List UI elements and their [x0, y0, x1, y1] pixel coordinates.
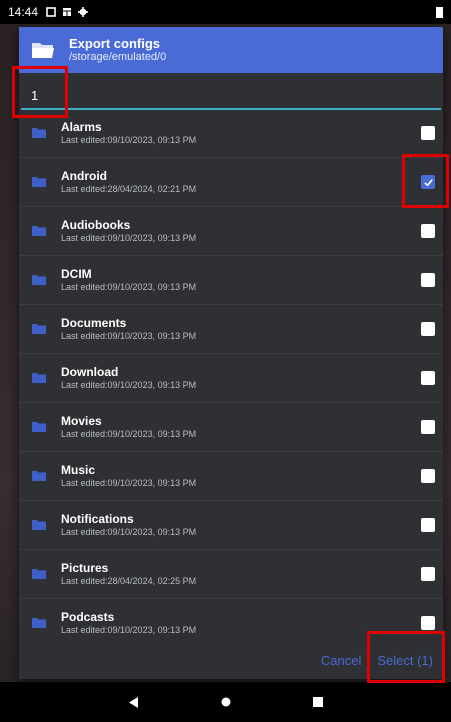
folder-last-edited: Last edited:09/10/2023, 09:13 PM — [61, 380, 197, 390]
folder-icon — [32, 471, 46, 481]
dialog-path: /storage/emulated/0 — [69, 51, 167, 63]
folder-last-edited: Last edited:09/10/2023, 09:13 PM — [61, 233, 197, 243]
list-item-text: Movies Last edited:09/10/2023, 09:13 PM — [61, 414, 443, 440]
list-item[interactable]: Download Last edited:09/10/2023, 09:13 PM — [19, 354, 443, 403]
folder-icon — [32, 373, 46, 383]
folder-last-edited: Last edited:09/10/2023, 09:13 PM — [61, 625, 197, 635]
folder-icon — [32, 520, 46, 530]
list-item[interactable]: Documents Last edited:09/10/2023, 09:13 P… — [19, 305, 443, 354]
folder-icon — [32, 226, 46, 236]
folder-last-edited: Last edited:09/10/2023, 09:13 PM — [61, 429, 197, 439]
folder-checkbox[interactable] — [421, 616, 435, 630]
folder-last-edited: Last edited:09/10/2023, 09:13 PM — [61, 135, 197, 145]
list-item-text: Audiobooks Last edited:09/10/2023, 09:13 … — [61, 218, 443, 244]
folder-name: Movies — [61, 414, 102, 428]
notification-icon — [46, 7, 56, 17]
folder-last-edited: Last edited:09/10/2023, 09:13 PM — [61, 331, 197, 341]
folder-checkbox[interactable] — [421, 126, 435, 140]
folder-name: Music — [61, 463, 96, 477]
folder-checkbox[interactable] — [421, 322, 435, 336]
list-item-text: Music Last edited:09/10/2023, 09:13 PM — [61, 463, 443, 489]
folder-checkbox[interactable] — [421, 273, 435, 287]
folder-last-edited: Last edited:09/10/2023, 09:13 PM — [61, 527, 197, 537]
list-item[interactable]: Movies Last edited:09/10/2023, 09:13 PM — [19, 403, 443, 452]
folder-icon — [32, 275, 46, 285]
list-item-text: Download Last edited:09/10/2023, 09:13 PM — [61, 365, 443, 391]
list-item-text: Podcasts Last edited:09/10/2023, 09:13 PM — [61, 610, 443, 636]
status-bar: 14:44 — [0, 0, 451, 24]
list-item[interactable]: Music Last edited:09/10/2023, 09:13 PM — [19, 452, 443, 501]
folder-last-edited: Last edited:09/10/2023, 09:13 PM — [61, 282, 197, 292]
folder-name: Documents — [61, 316, 127, 330]
checkmark-icon — [423, 178, 433, 186]
dialog-title: Export configs — [69, 36, 161, 51]
folder-checkbox[interactable] — [421, 469, 435, 483]
folder-name: Audiobooks — [61, 218, 131, 232]
folder-icon — [32, 569, 46, 579]
list-item-text: DCIM Last edited:09/10/2023, 09:13 PM — [61, 267, 443, 293]
search-row — [21, 73, 441, 110]
list-item[interactable]: Pictures Last edited:28/04/2024, 02:25 PM — [19, 550, 443, 599]
list-item-text: Documents Last edited:09/10/2023, 09:13 P… — [61, 316, 443, 342]
list-item-text: Notifications Last edited:09/10/2023, 09:… — [61, 512, 443, 538]
folder-checkbox[interactable] — [421, 371, 435, 385]
folder-name: DCIM — [61, 267, 92, 281]
folder-last-edited: Last edited:28/04/2024, 02:25 PM — [61, 576, 197, 586]
folder-checkbox[interactable] — [421, 175, 435, 189]
folder-icon — [32, 128, 46, 138]
folder-name: Podcasts — [61, 610, 115, 624]
dialog-actions: Cancel Select (1) — [19, 641, 443, 679]
folder-icon — [32, 177, 46, 187]
recents-icon[interactable] — [312, 696, 324, 708]
export-configs-dialog: Export configs /storage/emulated/0 Alarm… — [19, 27, 443, 679]
folder-icon — [32, 324, 46, 334]
folder-checkbox[interactable] — [421, 224, 435, 238]
folder-name: Android — [61, 169, 107, 183]
folder-last-edited: Last edited:28/04/2024, 02:21 PM — [61, 184, 197, 194]
folder-name: Notifications — [61, 512, 134, 526]
back-icon[interactable] — [128, 696, 140, 708]
folder-name: Alarms — [61, 120, 102, 134]
list-item-text: Alarms Last edited:09/10/2023, 09:13 PM — [61, 120, 443, 146]
folder-last-edited: Last edited:09/10/2023, 09:13 PM — [61, 478, 197, 488]
dialog-header: Export configs /storage/emulated/0 — [19, 27, 443, 73]
search-input[interactable] — [31, 88, 411, 103]
list-item[interactable]: Android Last edited:28/04/2024, 02:21 PM — [19, 158, 443, 207]
status-time: 14:44 — [8, 5, 39, 19]
cancel-button[interactable]: Cancel — [305, 653, 361, 668]
list-item-text: Pictures Last edited:28/04/2024, 02:25 PM — [61, 561, 443, 587]
folder-open-icon — [32, 43, 54, 58]
list-item-text: Android Last edited:28/04/2024, 02:21 PM — [61, 169, 443, 195]
folder-name: Pictures — [61, 561, 109, 575]
folder-list: Alarms Last edited:09/10/2023, 09:13 PM An… — [19, 109, 443, 648]
calendar-icon — [63, 8, 72, 16]
folder-checkbox[interactable] — [421, 567, 435, 581]
folder-icon — [32, 422, 46, 432]
list-item[interactable]: DCIM Last edited:09/10/2023, 09:13 PM — [19, 256, 443, 305]
settings-gear-icon — [78, 7, 89, 17]
select-button[interactable]: Select (1) — [361, 653, 433, 668]
list-item[interactable]: Notifications Last edited:09/10/2023, 09:… — [19, 501, 443, 550]
folder-name: Download — [61, 365, 119, 379]
folder-checkbox[interactable] — [421, 518, 435, 532]
folder-icon — [32, 618, 46, 628]
list-item[interactable]: Audiobooks Last edited:09/10/2023, 09:13 … — [19, 207, 443, 256]
folder-checkbox[interactable] — [421, 420, 435, 434]
battery-icon — [436, 6, 443, 18]
navigation-bar — [0, 682, 451, 722]
list-item[interactable]: Alarms Last edited:09/10/2023, 09:13 PM — [19, 109, 443, 158]
home-icon[interactable] — [220, 696, 232, 708]
